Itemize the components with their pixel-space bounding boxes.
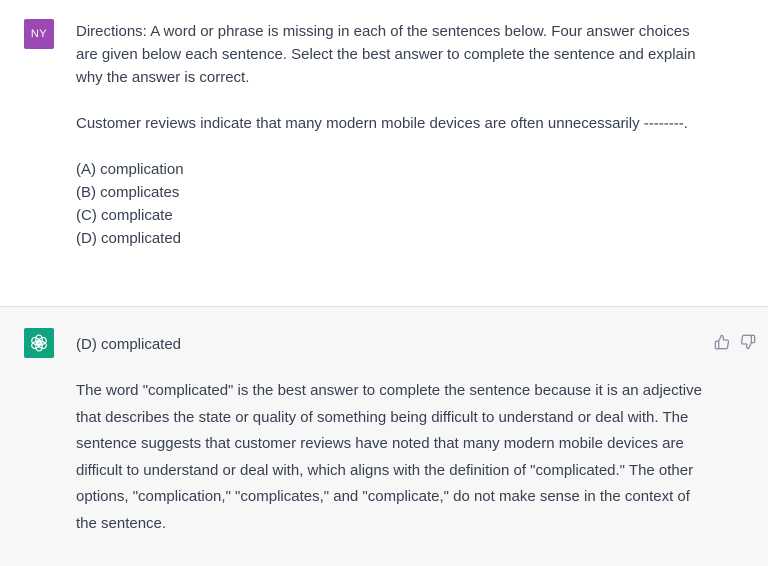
option-a: (A) complication — [76, 161, 184, 178]
option-b: (B) complicates — [76, 184, 180, 201]
feedback-buttons — [714, 334, 756, 350]
directions-text: Directions: A word or phrase is missing … — [76, 23, 696, 86]
user-message-content: Directions: A word or phrase is missing … — [76, 20, 706, 250]
answer-options: (A) complication (B) complicates (C) com… — [76, 158, 706, 250]
option-d: (D) complicated — [76, 230, 182, 247]
user-avatar-initials: NY — [30, 28, 48, 40]
thumbs-up-icon[interactable] — [714, 334, 730, 350]
option-c: (C) complicate — [76, 207, 173, 224]
explanation-text: The word "complicated" is the best answe… — [76, 382, 702, 532]
answer-text: (D) complicated — [76, 336, 182, 353]
assistant-message-content: (D) complicated The word "complicated" i… — [76, 333, 706, 537]
user-message: NY Directions: A word or phrase is missi… — [0, 0, 768, 307]
assistant-avatar — [24, 328, 54, 358]
question-text: Customer reviews indicate that many mode… — [76, 115, 688, 132]
openai-logo-icon — [29, 333, 49, 353]
assistant-message: (D) complicated The word "complicated" i… — [0, 307, 768, 566]
user-avatar: NY — [24, 19, 54, 49]
thumbs-down-icon[interactable] — [740, 334, 756, 350]
